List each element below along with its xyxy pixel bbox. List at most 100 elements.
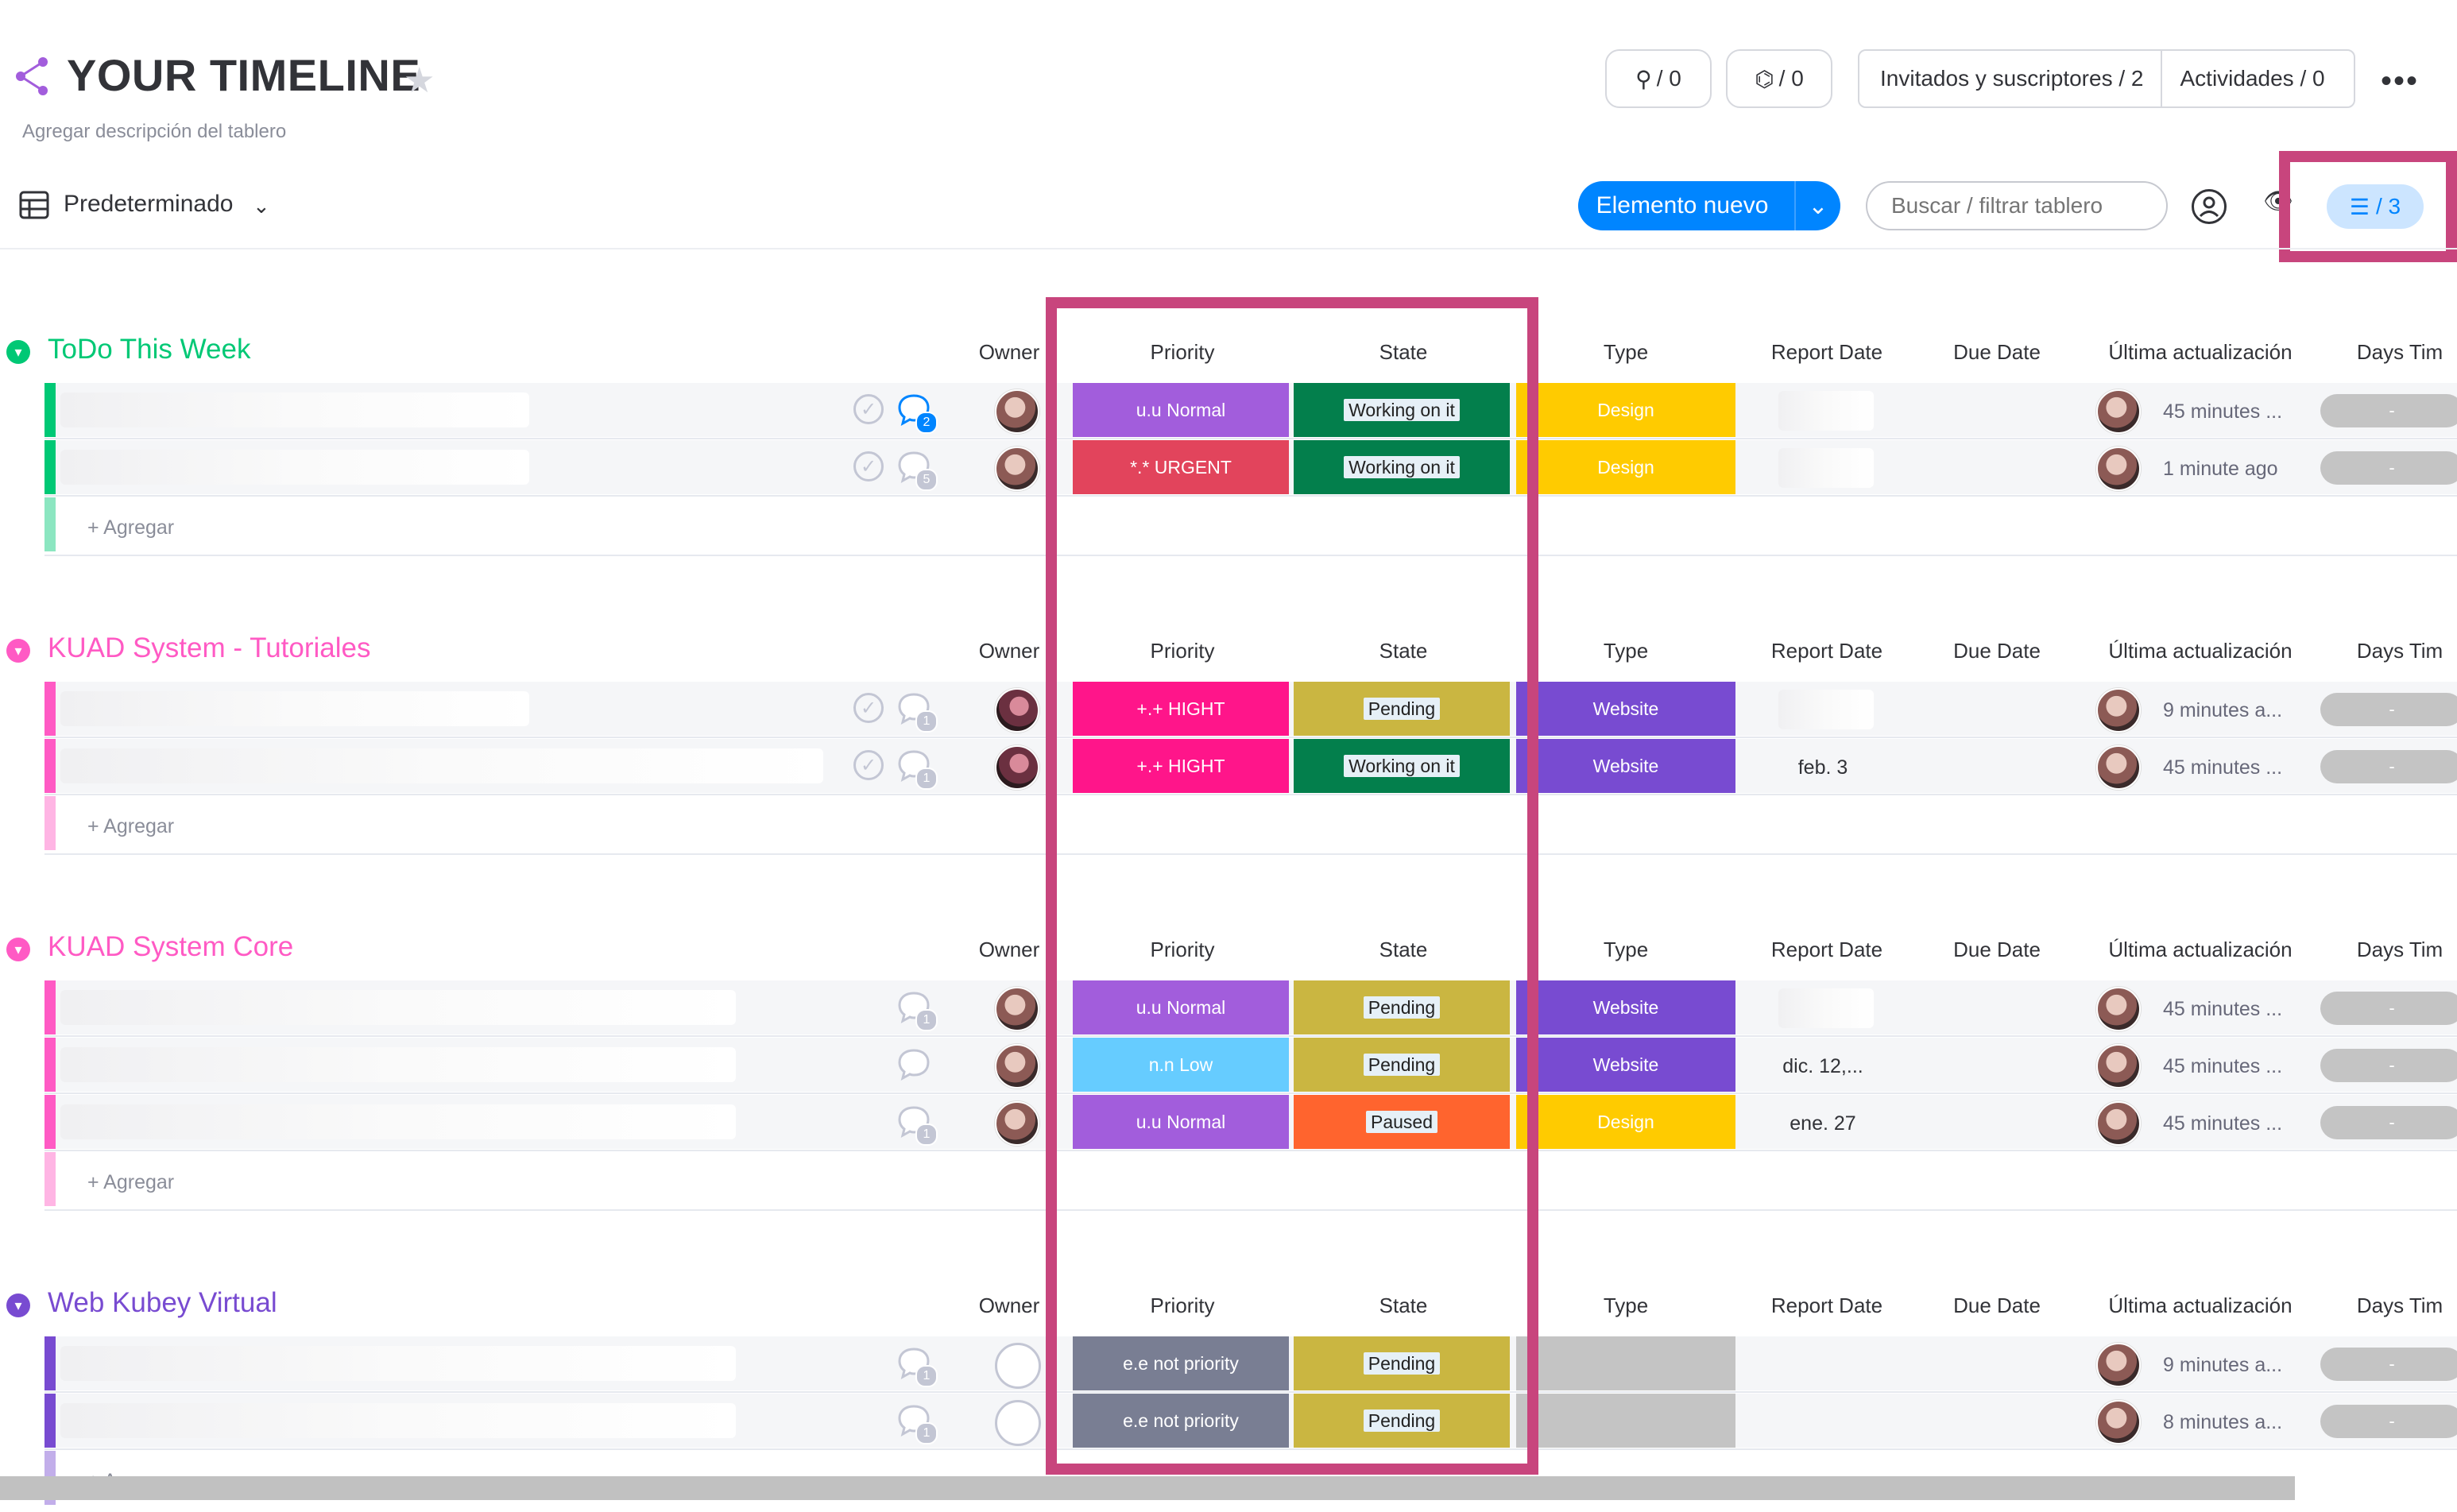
view-selector[interactable]: Predeterminado [64, 191, 233, 218]
group-title[interactable]: KUAD System Core [48, 931, 293, 963]
report-date-blurred[interactable] [1778, 690, 1874, 729]
group-title[interactable]: Web Kubey Virtual [48, 1287, 277, 1319]
column-header-days[interactable]: Days Tim [2328, 639, 2457, 663]
star-icon[interactable]: ★ [404, 60, 435, 101]
column-header-report[interactable]: Report Date [1737, 340, 1917, 365]
group-collapse-icon[interactable]: ▾ [6, 938, 30, 961]
new-item-button[interactable]: Elemento nuevo ⌄ [1578, 181, 1840, 230]
column-header-due[interactable]: Due Date [1913, 1294, 2080, 1318]
column-header-due[interactable]: Due Date [1913, 938, 2080, 962]
report-date-cell[interactable]: feb. 3 [1737, 756, 1909, 779]
days-time-cell[interactable]: - [2320, 1049, 2457, 1082]
subitem-check-icon[interactable]: ✓ [853, 451, 884, 481]
item-name-blurred[interactable] [60, 1403, 736, 1438]
filter-button[interactable]: ☰ / 3 [2327, 184, 2424, 229]
type-cell[interactable] [1516, 1336, 1735, 1390]
column-header-days[interactable]: Days Tim [2328, 1294, 2457, 1318]
type-cell[interactable]: Website [1516, 739, 1735, 793]
column-header-upd[interactable]: Última actualización [2085, 340, 2316, 365]
item-name-blurred[interactable] [60, 691, 529, 726]
days-time-cell[interactable]: - [2320, 750, 2457, 783]
board-description[interactable]: Agregar descripción del tablero [22, 121, 286, 143]
type-cell[interactable]: Design [1516, 1095, 1735, 1149]
item-name-blurred[interactable] [60, 1346, 736, 1381]
item-name-blurred[interactable] [60, 1047, 736, 1082]
share-icon[interactable] [14, 56, 51, 97]
report-date-blurred[interactable] [1778, 391, 1874, 431]
days-time-cell[interactable]: - [2320, 992, 2457, 1025]
column-header-days[interactable]: Days Tim [2328, 340, 2457, 365]
owner-avatar[interactable] [995, 389, 1039, 434]
column-header-type[interactable]: Type [1516, 340, 1735, 365]
owner-avatar[interactable] [995, 745, 1039, 790]
horizontal-scrollbar[interactable] [0, 1476, 2295, 1500]
type-cell[interactable]: Website [1516, 1038, 1735, 1092]
comment-count-badge: 1 [915, 1009, 938, 1031]
search-input[interactable] [1866, 181, 2168, 230]
column-header-type[interactable]: Type [1516, 1294, 1735, 1318]
item-name-blurred[interactable] [60, 393, 529, 427]
person-filter-icon[interactable] [2192, 189, 2227, 224]
report-date-cell[interactable]: dic. 12,... [1737, 1055, 1909, 1078]
subitem-check-icon[interactable]: ✓ [853, 693, 884, 723]
group-collapse-icon[interactable]: ▾ [6, 639, 30, 663]
column-header-upd[interactable]: Última actualización [2085, 639, 2316, 663]
group-collapse-icon[interactable]: ▾ [6, 340, 30, 364]
column-header-report[interactable]: Report Date [1737, 938, 1917, 962]
column-header-upd[interactable]: Última actualización [2085, 1294, 2316, 1318]
item-name-blurred[interactable] [60, 990, 736, 1025]
automations-button[interactable]: ⌬ / 0 [1726, 49, 1832, 108]
add-item-button[interactable]: + Agregar [87, 1171, 174, 1194]
report-date-blurred[interactable] [1778, 448, 1874, 488]
days-time-cell[interactable]: - [2320, 451, 2457, 485]
item-name-blurred[interactable] [60, 1104, 736, 1139]
subitem-check-icon[interactable]: ✓ [853, 750, 884, 780]
owner-avatar[interactable] [995, 688, 1039, 733]
chevron-down-icon[interactable]: ⌄ [253, 194, 270, 218]
days-time-cell[interactable]: - [2320, 693, 2457, 726]
type-cell[interactable]: Design [1516, 383, 1735, 437]
report-date-cell[interactable]: ene. 27 [1737, 1112, 1909, 1135]
last-update-avatar [2096, 447, 2141, 491]
add-item-button[interactable]: + Agregar [87, 815, 174, 838]
board-title[interactable]: YOUR TIMELINE [67, 49, 420, 101]
report-date-blurred[interactable] [1778, 988, 1874, 1028]
last-update-avatar [2096, 1044, 2141, 1089]
column-header-due[interactable]: Due Date [1913, 340, 2080, 365]
column-header-due[interactable]: Due Date [1913, 639, 2080, 663]
type-cell[interactable]: Website [1516, 980, 1735, 1034]
owner-avatar[interactable] [995, 1101, 1039, 1146]
owner-avatar[interactable] [995, 447, 1039, 491]
days-time-cell[interactable]: - [2320, 1405, 2457, 1438]
column-header-report[interactable]: Report Date [1737, 639, 1917, 663]
column-header-days[interactable]: Days Tim [2328, 938, 2457, 962]
group-title[interactable]: KUAD System - Tutoriales [48, 632, 371, 664]
owner-avatar[interactable] [995, 1400, 1041, 1446]
group-collapse-icon[interactable]: ▾ [6, 1294, 30, 1317]
column-header-type[interactable]: Type [1516, 938, 1735, 962]
group-title[interactable]: ToDo This Week [48, 334, 250, 365]
owner-avatar[interactable] [995, 987, 1039, 1031]
new-item-dropdown-icon[interactable]: ⌄ [1794, 181, 1840, 230]
days-time-cell[interactable]: - [2320, 1348, 2457, 1381]
add-item-button[interactable]: + Agregar [87, 516, 174, 539]
owner-avatar[interactable] [995, 1044, 1039, 1089]
item-name-blurred[interactable] [60, 450, 529, 485]
activities-button[interactable]: Actividades / 0 [2162, 66, 2342, 91]
more-options-icon[interactable]: ••• [2381, 64, 2419, 99]
type-cell[interactable]: Website [1516, 682, 1735, 736]
comment-bubble-icon[interactable] [896, 1047, 931, 1081]
item-name-blurred[interactable] [60, 748, 823, 783]
invited-button[interactable]: Invitados y suscriptores / 2 [1859, 51, 2163, 106]
type-cell[interactable] [1516, 1394, 1735, 1448]
type-label: Design [1597, 1111, 1654, 1132]
days-time-cell[interactable]: - [2320, 1106, 2457, 1139]
column-header-type[interactable]: Type [1516, 639, 1735, 663]
days-time-cell[interactable]: - [2320, 394, 2457, 427]
column-header-upd[interactable]: Última actualización [2085, 938, 2316, 962]
column-header-report[interactable]: Report Date [1737, 1294, 1917, 1318]
integrations-button[interactable]: ⚲ / 0 [1605, 49, 1712, 108]
type-cell[interactable]: Design [1516, 440, 1735, 494]
subitem-check-icon[interactable]: ✓ [853, 394, 884, 424]
owner-avatar[interactable] [995, 1343, 1041, 1389]
